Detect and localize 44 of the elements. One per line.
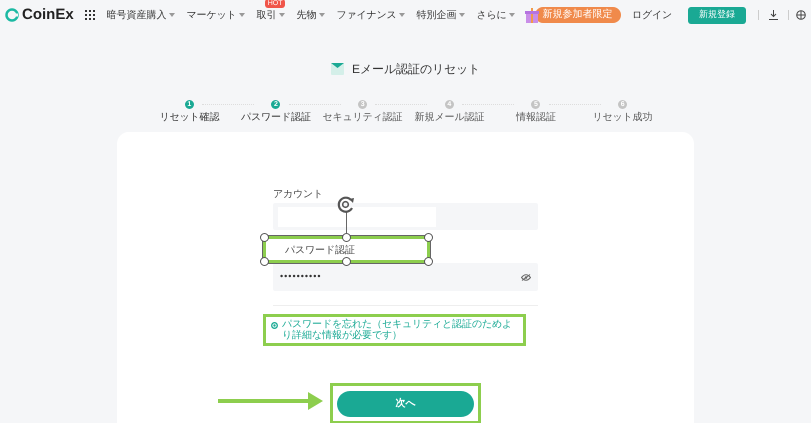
step-label: パスワード認証 xyxy=(240,110,311,125)
rotate-icon[interactable] xyxy=(337,196,357,214)
caret-icon xyxy=(458,13,465,17)
nav-menu-item[interactable]: ファイナンス xyxy=(336,8,405,22)
download-icon[interactable] xyxy=(769,10,778,20)
account-input[interactable] xyxy=(273,203,538,230)
eye-icon[interactable] xyxy=(521,274,531,280)
step-label: リセット確認 xyxy=(159,110,220,125)
gift-icon xyxy=(524,6,539,24)
step-label: リセット成功 xyxy=(592,110,653,125)
caret-icon xyxy=(508,13,515,17)
resize-handle[interactable] xyxy=(424,233,433,242)
field-label: パスワード認証 xyxy=(285,244,355,258)
nav-menu-item[interactable]: 暗号資産購入 xyxy=(106,8,175,22)
caret-icon xyxy=(238,13,245,17)
password-input[interactable]: •••••••••• xyxy=(273,263,538,291)
globe-icon[interactable] xyxy=(796,10,806,20)
caret-icon xyxy=(278,13,285,17)
resize-handle[interactable] xyxy=(342,257,351,266)
resize-handle[interactable] xyxy=(260,257,269,266)
selection-frame[interactable] xyxy=(263,236,430,263)
password-value: •••••••••• xyxy=(280,270,322,284)
step-label: セキュリティ認証 xyxy=(322,110,403,125)
nav-menu-item[interactable]: マーケット xyxy=(186,8,245,22)
logo-icon xyxy=(5,8,19,22)
nav-menu-item[interactable]: さらに xyxy=(476,8,515,22)
resize-handle[interactable] xyxy=(342,233,351,242)
step-label: 新規メール認証 xyxy=(414,110,484,125)
caret-icon xyxy=(168,13,175,17)
envelope-icon xyxy=(330,63,344,75)
nav-menu-item[interactable]: 取引 xyxy=(256,8,285,22)
login-link[interactable]: ログイン xyxy=(632,8,672,22)
resize-handle[interactable] xyxy=(260,233,269,242)
resize-handle[interactable] xyxy=(424,257,433,266)
nav-menu-item[interactable]: 特別企画 xyxy=(416,8,465,22)
radio-icon xyxy=(271,322,278,329)
caret-icon xyxy=(398,13,405,17)
apps-grid-icon[interactable] xyxy=(84,10,95,20)
nav-menu-item[interactable]: 先物 xyxy=(296,8,325,22)
field-label: アカウント xyxy=(273,189,324,201)
logo-text[interactable]: CoinEx xyxy=(22,4,74,26)
caret-icon xyxy=(318,13,325,17)
page-title: Eメール認証のリセット xyxy=(352,61,480,78)
step-label: 情報認証 xyxy=(516,110,556,125)
